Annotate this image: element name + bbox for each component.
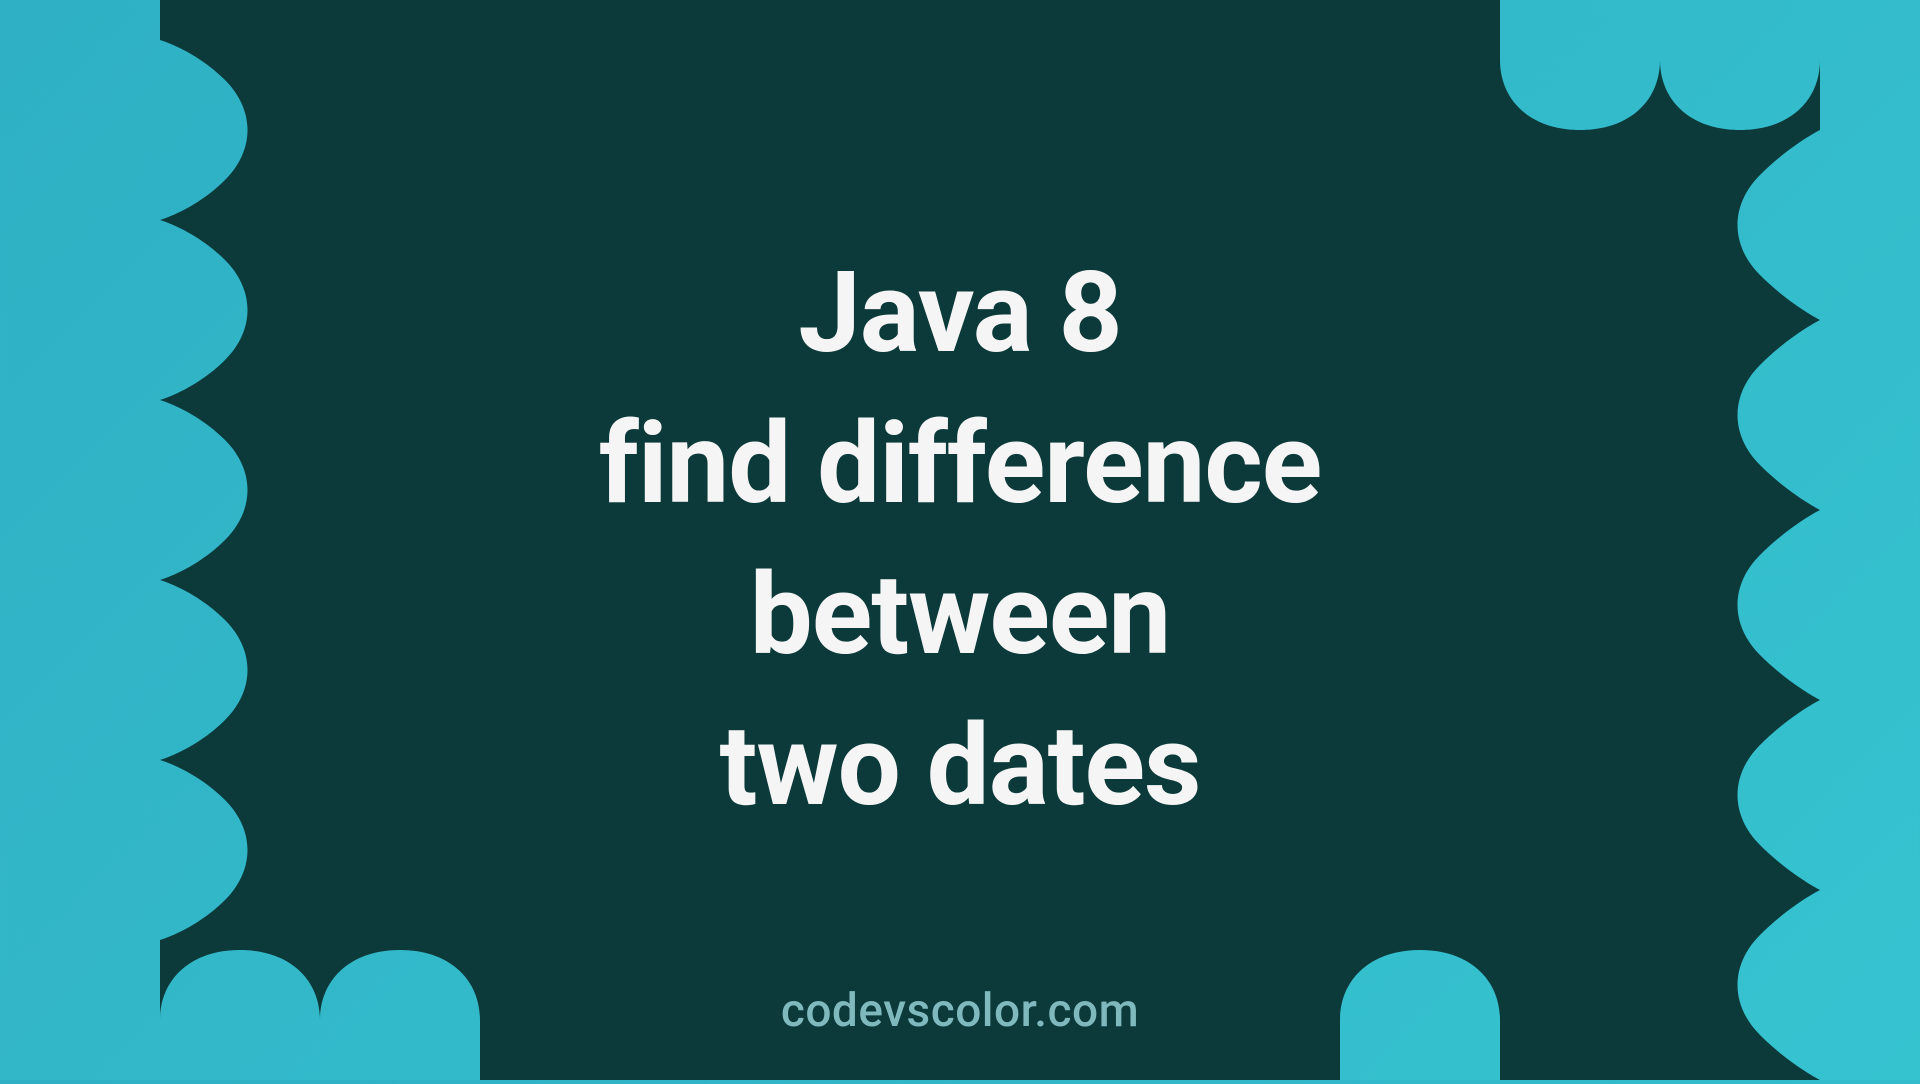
title-line-4: two dates	[599, 691, 1322, 842]
title-line-2: find difference	[599, 389, 1322, 540]
banner-title: Java 8 find difference between two dates	[599, 238, 1322, 843]
main-content: Java 8 find difference between two dates	[0, 0, 1920, 1080]
title-line-3: between	[599, 540, 1322, 691]
title-line-1: Java 8	[599, 238, 1322, 389]
